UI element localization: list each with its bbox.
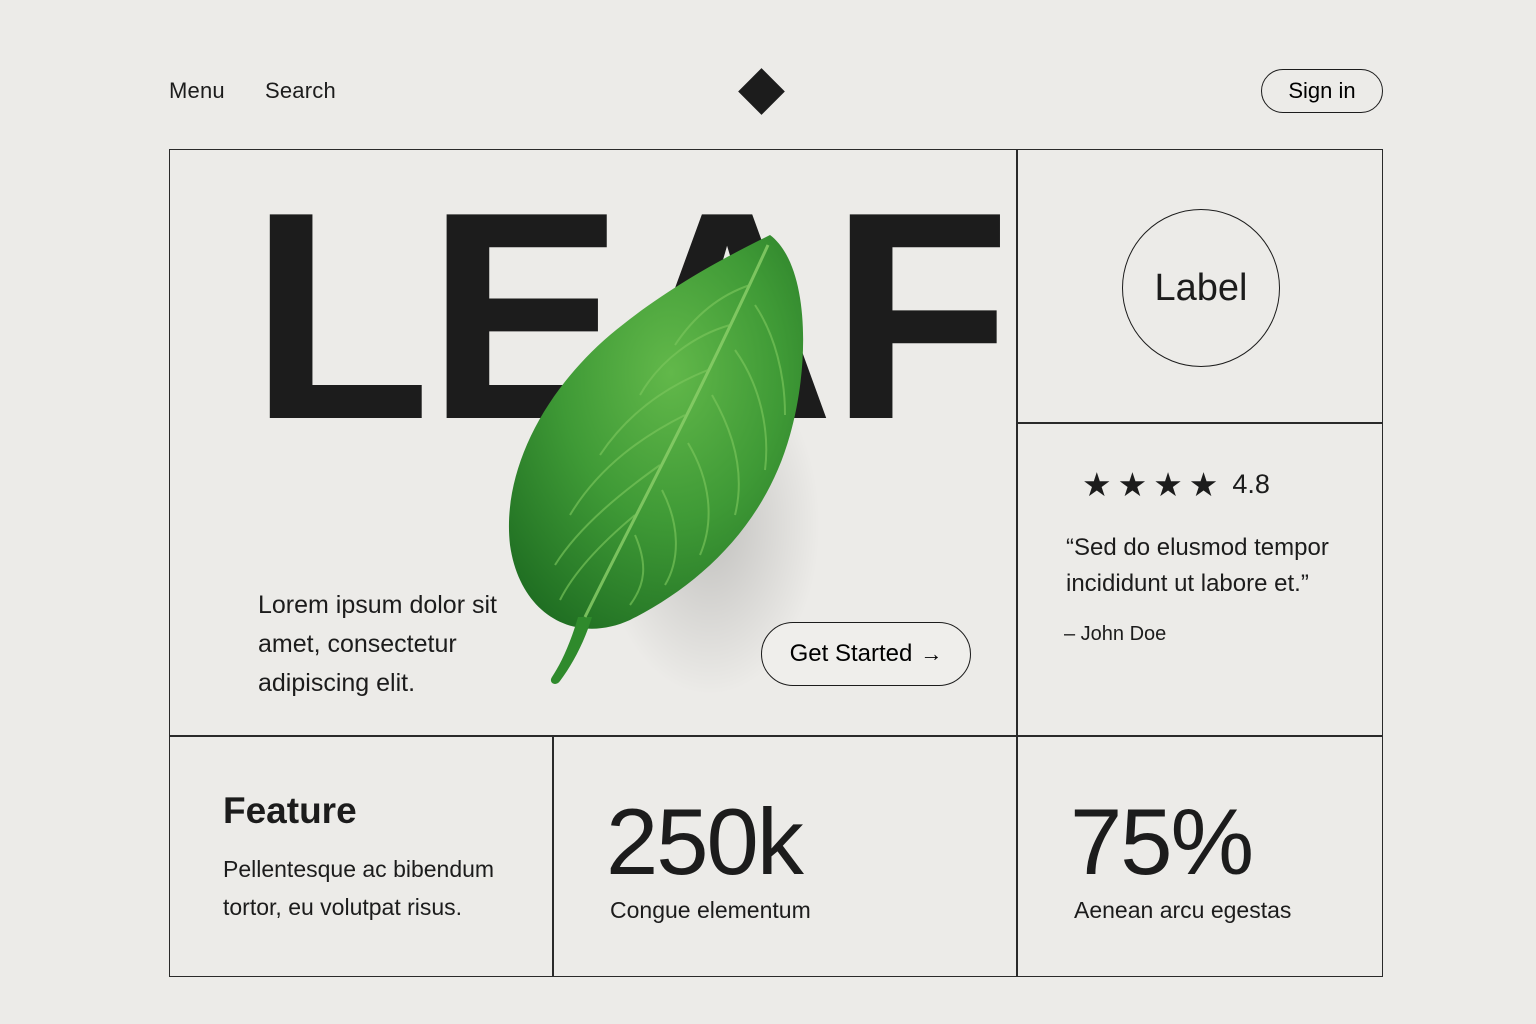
menu-link[interactable]: Menu	[169, 78, 225, 104]
get-started-label: Get Started	[789, 640, 913, 667]
divider	[552, 735, 554, 977]
landing-page: Menu Search Sign in LEAF Lorem ipsum dol…	[0, 0, 1536, 1024]
arrow-right-icon: →	[920, 641, 943, 666]
feature-title: Feature	[223, 790, 357, 831]
search-link[interactable]: Search	[265, 78, 336, 104]
star-icon: ★	[1188, 466, 1219, 503]
stat-value: 250k	[606, 789, 804, 894]
star-icon: ★	[1153, 466, 1183, 503]
stat-caption: Aenean arcu egestas	[1074, 897, 1292, 923]
stat-caption: Congue elementum	[610, 897, 811, 923]
divider	[1016, 149, 1018, 977]
diamond-logo-icon[interactable]	[738, 68, 785, 115]
rating-stars: ★ ★ ★ ★ 4.8	[1082, 468, 1270, 501]
review-quote: “Sed do elusmod tempor incididunt ut lab…	[1066, 534, 1329, 597]
stat-value: 75%	[1070, 789, 1254, 894]
review-author: – John Doe	[1064, 623, 1167, 645]
divider	[1016, 422, 1383, 424]
sign-in-button[interactable]: Sign in	[1261, 69, 1383, 113]
star-icon: ★	[1082, 466, 1112, 503]
divider	[169, 735, 1383, 737]
rating-value: 4.8	[1232, 469, 1270, 499]
get-started-button[interactable]: Get Started →	[761, 622, 971, 686]
label-badge: Label	[1122, 209, 1280, 367]
hero-description: Lorem ipsum dolor sit amet, consectetur …	[258, 591, 497, 697]
star-icon: ★	[1117, 466, 1148, 503]
feature-description: Pellentesque ac bibendum tortor, eu volu…	[223, 856, 495, 920]
